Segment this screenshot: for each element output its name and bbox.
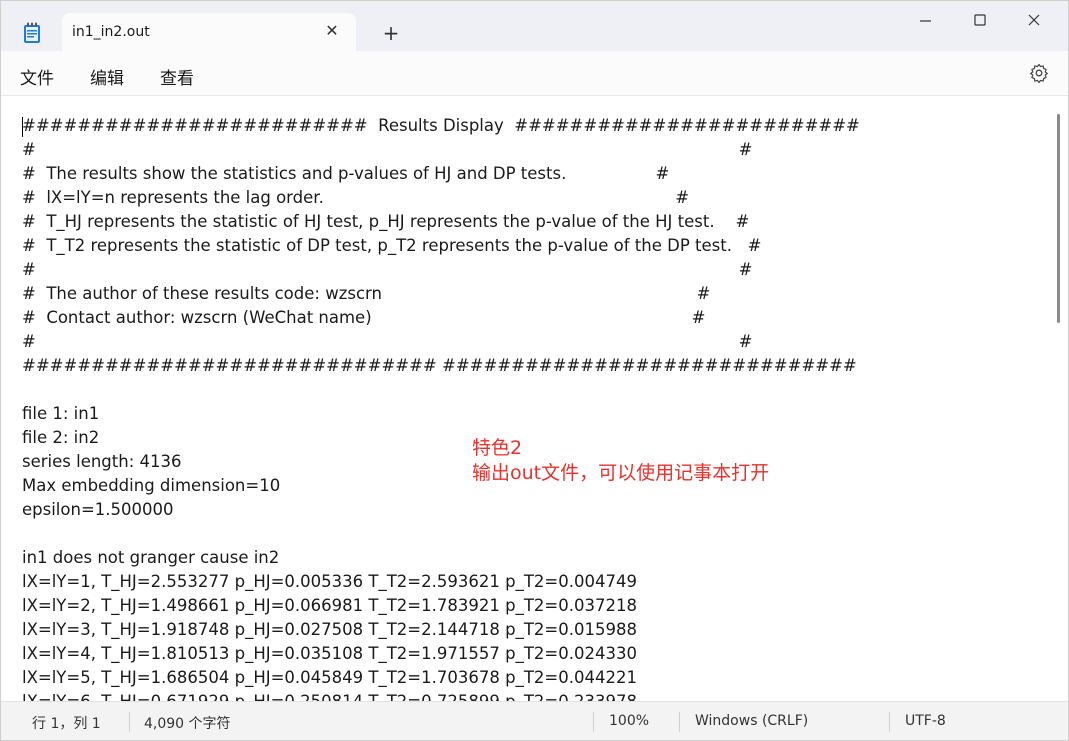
tab-title: in1_in2.out: [72, 24, 150, 40]
document-line: # The author of these results code: wzsc…: [22, 284, 711, 303]
title-bar: in1_in2.out ✕ +: [1, 1, 1068, 52]
document-line: in1 does not granger cause in2: [22, 548, 280, 567]
settings-gear-icon[interactable]: [1029, 63, 1049, 83]
document-tab[interactable]: in1_in2.out ✕: [62, 13, 356, 52]
status-char-count: 4,090 个字符: [144, 716, 231, 732]
document-line: # T_HJ represents the statistic of HJ te…: [22, 212, 750, 231]
document-line: # #: [22, 332, 753, 351]
document-line: file 2: in2: [22, 428, 100, 447]
annotation-subtitle: 输出out文件，可以使用记事本打开: [472, 462, 770, 484]
status-line-ending[interactable]: Windows (CRLF): [695, 713, 808, 729]
notepad-window: in1_in2.out ✕ + 文件 编辑 查看 ###############…: [0, 0, 1069, 741]
menu-bar: 文件 编辑 查看: [1, 51, 1068, 96]
document-line: epsilon=1.500000: [22, 500, 174, 519]
notepad-app-icon: [24, 22, 40, 43]
status-bar: 行 1，列 1 4,090 个字符 100% Windows (CRLF) UT…: [1, 701, 1068, 740]
status-divider: [593, 712, 594, 732]
menu-file[interactable]: 文件: [20, 64, 54, 89]
document-line: ######################### Results Displa…: [22, 116, 860, 135]
document-line: ############################## #########…: [22, 356, 857, 375]
status-divider: [129, 712, 130, 732]
text-editor[interactable]: ######################### Results Displa…: [1, 96, 1068, 701]
annotation-title: 特色2: [472, 437, 523, 459]
status-encoding[interactable]: UTF-8: [905, 713, 946, 729]
document-line: lX=lY=4, T_HJ=1.810513 p_HJ=0.035108 T_T…: [22, 644, 637, 663]
document-line: file 1: in1: [22, 404, 100, 423]
status-zoom[interactable]: 100%: [609, 713, 649, 729]
document-line: # The results show the statistics and p-…: [22, 164, 670, 183]
document-line: series length: 4136: [22, 452, 182, 471]
status-divider: [889, 712, 890, 732]
menu-edit[interactable]: 编辑: [90, 64, 124, 89]
status-cursor-position[interactable]: 行 1，列 1: [32, 713, 101, 733]
minimize-button[interactable]: [903, 7, 949, 35]
menu-view[interactable]: 查看: [160, 64, 194, 89]
red-annotation: 特色2 输出out文件，可以使用记事本打开: [472, 436, 769, 486]
close-tab-icon[interactable]: ✕: [324, 23, 340, 39]
document-line: lX=lY=2, T_HJ=1.498661 p_HJ=0.066981 T_T…: [22, 596, 637, 615]
document-text[interactable]: ######################### Results Displa…: [22, 114, 860, 701]
document-line: # T_T2 represents the statistic of DP te…: [22, 236, 762, 255]
maximize-button[interactable]: [957, 7, 1003, 35]
vertical-scrollbar[interactable]: [1055, 96, 1063, 701]
document-line: # lX=lY=n represents the lag order. #: [22, 188, 690, 207]
text-caret: [22, 117, 23, 137]
document-line: # #: [22, 140, 753, 159]
document-line: # #: [22, 260, 753, 279]
new-tab-button[interactable]: +: [381, 23, 401, 43]
document-line: lX=lY=6, T_HJ=0.671929 p_HJ=0.250814 T_T…: [22, 692, 637, 701]
document-line: lX=lY=3, T_HJ=1.918748 p_HJ=0.027508 T_T…: [22, 620, 637, 639]
document-line: lX=lY=5, T_HJ=1.686504 p_HJ=0.045849 T_T…: [22, 668, 637, 687]
status-divider: [679, 712, 680, 732]
document-line: # Contact author: wzscrn (WeChat name) #: [22, 308, 706, 327]
close-window-button[interactable]: [1011, 7, 1057, 35]
document-line: Max embedding dimension=10: [22, 476, 281, 495]
scrollbar-thumb[interactable]: [1057, 114, 1060, 323]
document-line: lX=lY=1, T_HJ=2.553277 p_HJ=0.005336 T_T…: [22, 572, 637, 591]
